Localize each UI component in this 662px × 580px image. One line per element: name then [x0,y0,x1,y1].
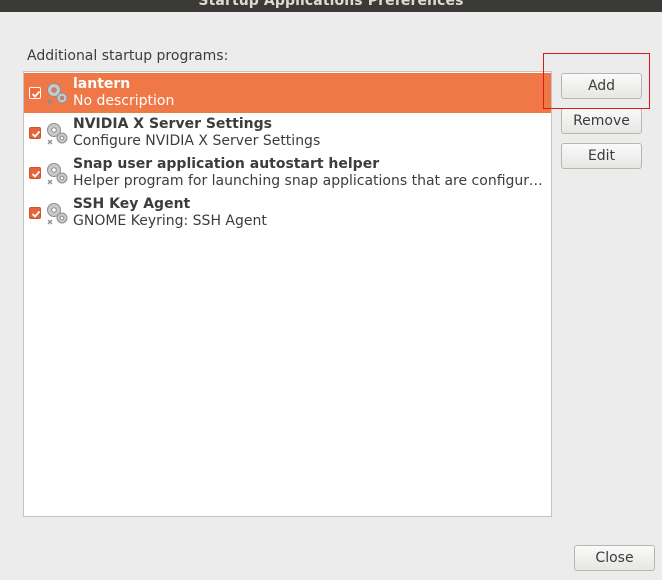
program-name: SSH Key Agent [73,196,191,212]
close-button[interactable]: Close [574,545,655,571]
enabled-checkbox[interactable] [29,207,41,219]
program-description: GNOME Keyring: SSH Agent [73,213,267,229]
gears-icon [45,81,69,105]
program-description: Configure NVIDIA X Server Settings [73,133,321,149]
startup-programs-list[interactable]: lantern No description NVIDIA X Server S… [23,71,552,517]
section-label: Additional startup programs: [27,48,229,64]
enabled-checkbox[interactable] [29,127,41,139]
list-item[interactable]: SSH Key Agent GNOME Keyring: SSH Agent [24,193,551,233]
remove-button[interactable]: Remove [561,108,642,134]
program-name: lantern [73,76,131,92]
gears-icon [45,121,69,145]
list-item[interactable]: Snap user application autostart helper H… [24,153,551,193]
gears-icon [45,201,69,225]
list-item[interactable]: lantern No description [24,73,551,113]
enabled-checkbox[interactable] [29,87,41,99]
program-name: Snap user application autostart helper [73,156,380,172]
program-description: Helper program for launching snap applic… [73,173,547,189]
list-item[interactable]: NVIDIA X Server Settings Configure NVIDI… [24,113,551,153]
annotation-highlight-box [543,53,650,109]
window-title: Startup Applications Preferences [198,0,464,9]
enabled-checkbox[interactable] [29,167,41,179]
gears-icon [45,161,69,185]
edit-button[interactable]: Edit [561,143,642,169]
window-titlebar[interactable]: Startup Applications Preferences [0,0,662,12]
program-name: NVIDIA X Server Settings [73,116,272,132]
program-description: No description [73,93,175,109]
